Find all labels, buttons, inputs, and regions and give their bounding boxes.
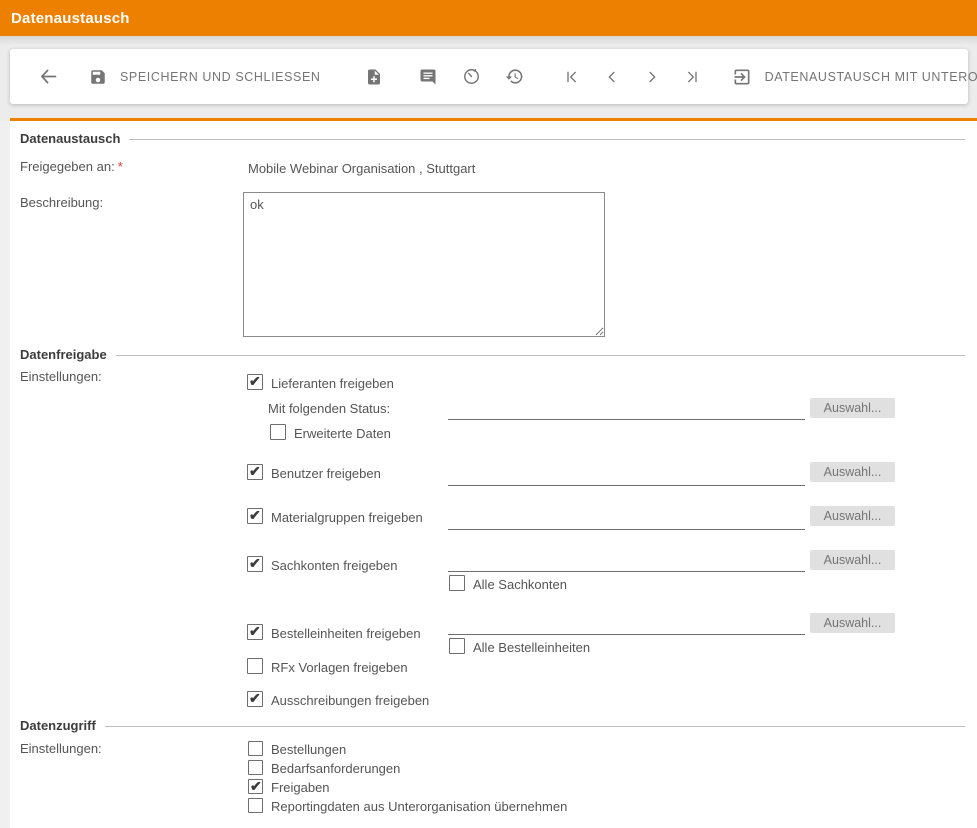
- auswahl-status-button[interactable]: Auswahl...: [810, 398, 895, 418]
- freigegeben-an-label-text: Freigegeben an:: [20, 159, 115, 174]
- sachkonten-input[interactable]: [448, 554, 805, 572]
- required-marker: *: [118, 159, 123, 174]
- checkbox-materialgruppen-freigeben[interactable]: [247, 508, 263, 524]
- label-lieferanten-freigeben: Lieferanten freigeben: [271, 376, 394, 391]
- nav-prev-icon[interactable]: [604, 69, 620, 85]
- materialgruppen-input[interactable]: [448, 512, 805, 530]
- auswahl-materialgruppen-button[interactable]: Auswahl...: [810, 506, 895, 526]
- label-alle-bestelleinheiten: Alle Bestelleinheiten: [473, 640, 590, 655]
- auswahl-bestelleinheiten-button[interactable]: Auswahl...: [810, 613, 895, 633]
- checkbox-bedarfsanforderungen[interactable]: [248, 760, 263, 775]
- label-ausschreibungen-freigeben: Ausschreibungen freigeben: [271, 693, 429, 708]
- checkbox-lieferanten-freigeben[interactable]: [247, 374, 263, 390]
- section-title: Datenaustausch: [20, 131, 120, 146]
- checkbox-reportingdaten[interactable]: [248, 798, 263, 813]
- nav-next-icon[interactable]: [644, 69, 660, 85]
- checkbox-bestellungen[interactable]: [248, 741, 263, 756]
- exit-to-app-icon[interactable]: [732, 67, 752, 87]
- checkbox-benutzer-freigeben[interactable]: [247, 464, 263, 480]
- section-rule: [105, 726, 965, 727]
- label-erweiterte-daten: Erweiterte Daten: [294, 426, 391, 441]
- checkbox-alle-bestelleinheiten[interactable]: [449, 638, 465, 654]
- freigegeben-an-value: Mobile Webinar Organisation , Stuttgart: [248, 161, 475, 176]
- einstellungen-label: Einstellungen:: [20, 741, 102, 756]
- auswahl-sachkonten-button[interactable]: Auswahl...: [810, 550, 895, 570]
- nav-last-icon[interactable]: [684, 69, 700, 85]
- section-rule: [129, 139, 965, 140]
- beschreibung-label: Beschreibung:: [20, 195, 103, 210]
- toolbar-band: SPEICHERN UND SCHLIESSEN DATENAUSTAU: [0, 36, 977, 121]
- history-icon[interactable]: [505, 67, 524, 86]
- section-datenaustausch: Datenaustausch: [20, 131, 965, 145]
- auswahl-benutzer-button[interactable]: Auswahl...: [810, 462, 895, 482]
- label-sachkonten-freigeben: Sachkonten freigeben: [271, 558, 397, 573]
- mit-folgenden-status-label: Mit folgenden Status:: [268, 401, 390, 416]
- toolbar: SPEICHERN UND SCHLIESSEN DATENAUSTAU: [10, 49, 968, 104]
- page-title: Datenaustausch: [11, 10, 130, 27]
- new-document-icon[interactable]: [365, 68, 383, 86]
- nav-first-icon[interactable]: [564, 69, 580, 85]
- label-freigaben: Freigaben: [271, 780, 330, 795]
- label-rfx-vorlagen-freigeben: RFx Vorlagen freigeben: [271, 660, 408, 675]
- datenaustausch-mit-unterorganisation-button[interactable]: DATENAUSTAUSCH MIT UNTERO...: [765, 70, 977, 84]
- app-header: Datenaustausch: [0, 0, 977, 36]
- section-title: Datenfreigabe: [20, 347, 107, 362]
- label-bestellungen: Bestellungen: [271, 742, 346, 757]
- back-icon[interactable]: [38, 66, 59, 87]
- label-benutzer-freigeben: Benutzer freigeben: [271, 466, 381, 481]
- checkbox-ausschreibungen-freigeben[interactable]: [247, 691, 263, 707]
- save-icon[interactable]: [89, 68, 107, 86]
- benutzer-input[interactable]: [448, 468, 805, 486]
- beschreibung-textarea[interactable]: ok: [243, 192, 605, 337]
- label-alle-sachkonten: Alle Sachkonten: [473, 577, 567, 592]
- form-content: Datenaustausch Freigegeben an:* Mobile W…: [10, 121, 977, 828]
- section-datenfreigabe: Datenfreigabe: [20, 347, 965, 361]
- label-bedarfsanforderungen: Bedarfsanforderungen: [271, 761, 400, 776]
- checkbox-sachkonten-freigeben[interactable]: [247, 556, 263, 572]
- save-and-close-button[interactable]: SPEICHERN UND SCHLIESSEN: [120, 70, 321, 84]
- section-datenzugriff: Datenzugriff: [20, 718, 965, 732]
- label-bestelleinheiten-freigeben: Bestelleinheiten freigeben: [271, 626, 421, 641]
- checkbox-rfx-vorlagen-freigeben[interactable]: [247, 658, 263, 674]
- comment-icon[interactable]: [419, 68, 437, 86]
- status-input[interactable]: [448, 402, 805, 420]
- timer-icon[interactable]: [462, 67, 481, 86]
- section-rule: [116, 355, 965, 356]
- checkbox-bestelleinheiten-freigeben[interactable]: [247, 624, 263, 640]
- checkbox-freigaben[interactable]: [248, 779, 263, 794]
- einstellungen-label: Einstellungen:: [20, 369, 102, 384]
- checkbox-alle-sachkonten[interactable]: [449, 575, 465, 591]
- label-reportingdaten: Reportingdaten aus Unterorganisation übe…: [271, 799, 567, 814]
- bestelleinheiten-input[interactable]: [448, 617, 805, 635]
- checkbox-erweiterte-daten[interactable]: [270, 424, 286, 440]
- label-materialgruppen-freigeben: Materialgruppen freigeben: [271, 510, 423, 525]
- section-title: Datenzugriff: [20, 718, 96, 733]
- freigegeben-an-label: Freigegeben an:*: [20, 159, 123, 174]
